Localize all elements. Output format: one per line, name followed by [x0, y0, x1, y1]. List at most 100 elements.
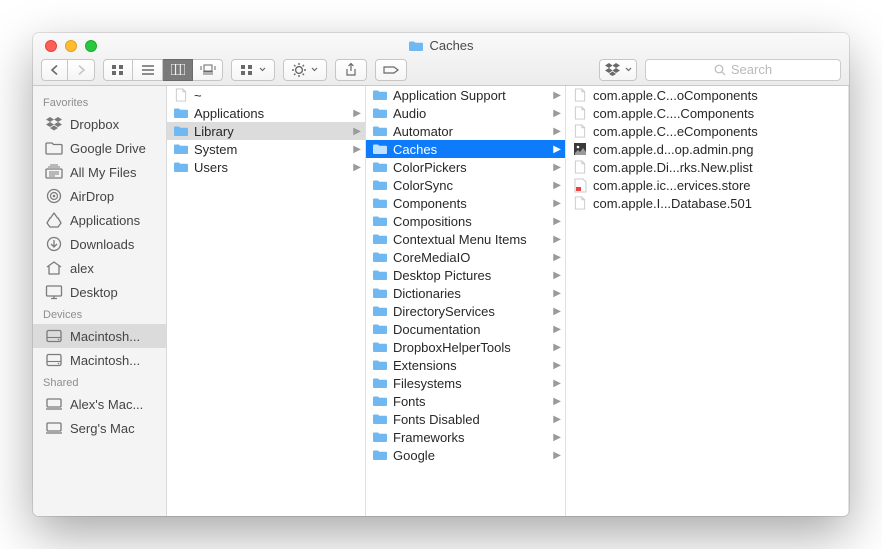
sidebar-section-header: Shared: [33, 372, 166, 392]
forward-button[interactable]: [68, 59, 95, 81]
search-field[interactable]: Search: [645, 59, 841, 81]
action-menu[interactable]: [283, 59, 327, 81]
close-button[interactable]: [45, 40, 57, 52]
column-row[interactable]: Documentation▶: [366, 320, 565, 338]
column-row[interactable]: Extensions▶: [366, 356, 565, 374]
chevron-right-icon: ▶: [353, 108, 361, 119]
minimize-button[interactable]: [65, 40, 77, 52]
row-label: Frameworks: [393, 430, 465, 445]
finder-window: Caches Search: [33, 33, 849, 516]
folder-icon: [173, 141, 189, 157]
zoom-button[interactable]: [85, 40, 97, 52]
folder-icon: [372, 195, 388, 211]
chevron-right-icon: ▶: [553, 342, 561, 353]
sidebar-item[interactable]: Serg's Mac: [33, 416, 166, 440]
row-label: Audio: [393, 106, 426, 121]
column-row[interactable]: com.apple.C....Components: [566, 104, 848, 122]
sidebar-item[interactable]: Alex's Mac...: [33, 392, 166, 416]
chevron-right-icon: ▶: [553, 234, 561, 245]
column-row[interactable]: Users▶: [167, 158, 365, 176]
sidebar-item-label: alex: [70, 261, 94, 276]
chevron-right-icon: ▶: [553, 450, 561, 461]
column-row[interactable]: Applications▶: [167, 104, 365, 122]
column-row[interactable]: ColorSync▶: [366, 176, 565, 194]
column-row[interactable]: DirectoryServices▶: [366, 302, 565, 320]
chevron-right-icon: ▶: [553, 414, 561, 425]
column-row[interactable]: Contextual Menu Items▶: [366, 230, 565, 248]
sidebar-item[interactable]: AirDrop: [33, 184, 166, 208]
column-row[interactable]: com.apple.C...oComponents: [566, 86, 848, 104]
sidebar-item[interactable]: All My Files: [33, 160, 166, 184]
tags-button[interactable]: [375, 59, 407, 81]
sidebar-item[interactable]: Dropbox: [33, 112, 166, 136]
row-label: Users: [194, 160, 228, 175]
file-icon: [572, 195, 588, 211]
folder-icon: [372, 411, 388, 427]
row-label: Fonts Disabled: [393, 412, 480, 427]
machine-icon: [45, 396, 63, 412]
column-row[interactable]: com.apple.ic...ervices.store: [566, 176, 848, 194]
row-label: Compositions: [393, 214, 472, 229]
sidebar-item[interactable]: alex: [33, 256, 166, 280]
chevron-right-icon: ▶: [553, 216, 561, 227]
row-label: Caches: [393, 142, 437, 157]
column-row[interactable]: DropboxHelperTools▶: [366, 338, 565, 356]
column-view-button[interactable]: [163, 59, 193, 81]
column-row[interactable]: Application Support▶: [366, 86, 565, 104]
nav-buttons: [41, 59, 95, 81]
column-row[interactable]: Library▶: [167, 122, 365, 140]
share-button[interactable]: [335, 59, 367, 81]
column-row[interactable]: com.apple.Di...rks.New.plist: [566, 158, 848, 176]
sidebar-item-label: Serg's Mac: [70, 421, 135, 436]
column-row[interactable]: Filesystems▶: [366, 374, 565, 392]
coverflow-view-button[interactable]: [193, 59, 223, 81]
arrange-menu[interactable]: [231, 59, 275, 81]
view-switcher: [103, 59, 223, 81]
sidebar-section-header: Devices: [33, 304, 166, 324]
column-row[interactable]: Caches▶: [366, 140, 565, 158]
sidebar: FavoritesDropboxGoogle DriveAll My Files…: [33, 86, 167, 516]
folder-icon: [372, 159, 388, 175]
column-row[interactable]: CoreMediaIO▶: [366, 248, 565, 266]
column-row[interactable]: com.apple.d...op.admin.png: [566, 140, 848, 158]
column-row[interactable]: System▶: [167, 140, 365, 158]
column-row[interactable]: Audio▶: [366, 104, 565, 122]
column-row[interactable]: Google▶: [366, 446, 565, 464]
sidebar-item[interactable]: Macintosh...: [33, 348, 166, 372]
column-row[interactable]: Automator▶: [366, 122, 565, 140]
column-row[interactable]: com.apple.I...Database.501: [566, 194, 848, 212]
list-view-button[interactable]: [133, 59, 163, 81]
sidebar-item-label: Downloads: [70, 237, 134, 252]
folder-icon: [372, 87, 388, 103]
column-row[interactable]: ~: [167, 86, 365, 104]
column: ~Applications▶Library▶System▶Users▶: [167, 86, 366, 516]
row-label: ~: [194, 88, 202, 103]
column-row[interactable]: ColorPickers▶: [366, 158, 565, 176]
column-row[interactable]: Components▶: [366, 194, 565, 212]
column-row[interactable]: Compositions ▶: [366, 212, 565, 230]
sidebar-item[interactable]: Applications: [33, 208, 166, 232]
column-row[interactable]: Fonts▶: [366, 392, 565, 410]
folder-icon: [408, 40, 424, 52]
sidebar-item[interactable]: Desktop: [33, 280, 166, 304]
sidebar-item[interactable]: Downloads: [33, 232, 166, 256]
column-row[interactable]: Dictionaries▶: [366, 284, 565, 302]
column-row[interactable]: Frameworks▶: [366, 428, 565, 446]
folder-icon: [173, 123, 189, 139]
sidebar-item-label: Macintosh...: [70, 353, 140, 368]
folder-icon: [372, 285, 388, 301]
disk-icon: [45, 352, 63, 368]
icon-view-button[interactable]: [103, 59, 133, 81]
back-button[interactable]: [41, 59, 68, 81]
sidebar-item[interactable]: Macintosh...: [33, 324, 166, 348]
sidebar-item[interactable]: Google Drive: [33, 136, 166, 160]
apps-icon: [45, 212, 63, 228]
file-icon: [572, 105, 588, 121]
column-row[interactable]: com.apple.C...eComponents: [566, 122, 848, 140]
column-row[interactable]: Fonts Disabled ▶: [366, 410, 565, 428]
dropbox-menu[interactable]: [599, 59, 637, 81]
folder-icon: [372, 375, 388, 391]
chevron-right-icon: ▶: [553, 396, 561, 407]
column-row[interactable]: Desktop Pictures▶: [366, 266, 565, 284]
row-label: System: [194, 142, 237, 157]
